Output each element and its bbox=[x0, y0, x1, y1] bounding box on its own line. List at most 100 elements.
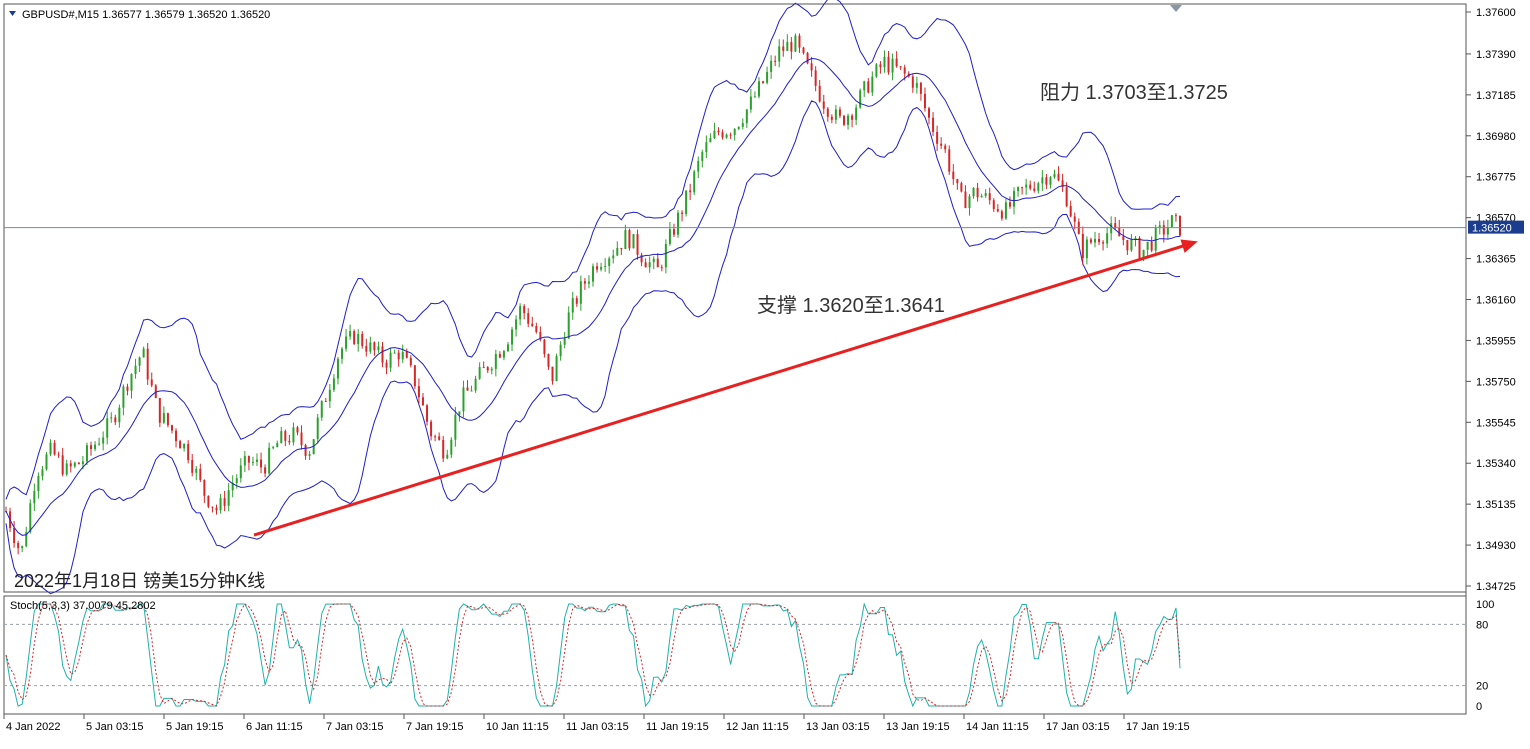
candle-body bbox=[579, 281, 582, 304]
symbol-info: GBPUSD#,M15 1.36577 1.36579 1.36520 1.36… bbox=[22, 9, 270, 21]
candle-body bbox=[1069, 206, 1072, 217]
candle-body bbox=[535, 326, 538, 332]
candle-body bbox=[502, 351, 505, 358]
candle-body bbox=[604, 265, 607, 267]
price-tick-label: 1.37600 bbox=[1476, 7, 1516, 19]
candle-body bbox=[126, 386, 129, 391]
candle-body bbox=[292, 427, 295, 443]
candle-body bbox=[215, 507, 218, 511]
candle-body bbox=[842, 115, 845, 125]
candle-body bbox=[543, 339, 546, 354]
candle-body bbox=[21, 546, 24, 549]
candle-body bbox=[134, 365, 137, 375]
time-tick-label: 4 Jan 2022 bbox=[6, 721, 60, 733]
candle-body bbox=[33, 491, 36, 504]
stoch-tick-label: 0 bbox=[1476, 701, 1482, 713]
candle-body bbox=[863, 81, 866, 91]
candle-body bbox=[980, 195, 983, 198]
candle-body bbox=[434, 436, 437, 438]
candle-body bbox=[664, 244, 667, 268]
candle-body bbox=[681, 212, 684, 214]
candle-body bbox=[13, 527, 16, 544]
candle-body bbox=[1138, 237, 1141, 259]
candle-body bbox=[37, 476, 40, 492]
candle-body bbox=[203, 479, 206, 496]
time-tick-label: 17 Jan 19:15 bbox=[1126, 721, 1190, 733]
time-tick-label: 5 Jan 19:15 bbox=[166, 721, 224, 733]
candle-body bbox=[887, 56, 890, 73]
candle-body bbox=[867, 81, 870, 93]
candle-body bbox=[810, 63, 813, 71]
candle-body bbox=[834, 109, 837, 120]
candle-body bbox=[531, 323, 534, 327]
candle-body bbox=[1057, 173, 1060, 181]
candle-body bbox=[891, 58, 894, 73]
candle-body bbox=[940, 143, 943, 146]
candle-body bbox=[515, 319, 518, 330]
candle-body bbox=[798, 35, 801, 48]
candle-body bbox=[1166, 227, 1169, 235]
candle-body bbox=[1021, 187, 1024, 189]
candle-body bbox=[332, 378, 335, 390]
price-tick-label: 1.35955 bbox=[1476, 335, 1516, 347]
candle-body bbox=[960, 183, 963, 192]
time-tick-label: 7 Jan 19:15 bbox=[406, 721, 464, 733]
candle-body bbox=[592, 266, 594, 282]
candle-body bbox=[85, 445, 88, 462]
candle-body bbox=[430, 421, 433, 437]
candle-body bbox=[851, 115, 854, 120]
candle-body bbox=[656, 258, 659, 268]
candle-body bbox=[725, 134, 728, 138]
time-tick-label: 11 Jan 03:15 bbox=[566, 721, 629, 733]
candle-body bbox=[1017, 187, 1020, 192]
candle-body bbox=[952, 171, 955, 180]
candle-body bbox=[624, 230, 627, 249]
candle-body bbox=[794, 35, 797, 52]
candle-body bbox=[527, 313, 530, 324]
candle-body bbox=[1065, 187, 1068, 207]
candle-body bbox=[73, 462, 76, 467]
candle-body bbox=[519, 306, 522, 320]
candle-body bbox=[122, 386, 125, 408]
time-tick-label: 17 Jan 03:15 bbox=[1046, 721, 1110, 733]
support-annotation: 支撑 1.3620至1.3641 bbox=[757, 294, 945, 317]
candle-body bbox=[895, 58, 898, 67]
candle-body bbox=[361, 333, 364, 347]
candle-body bbox=[49, 442, 52, 455]
candle-body bbox=[41, 469, 44, 477]
candle-body bbox=[454, 414, 457, 440]
price-tick-label: 1.35750 bbox=[1476, 376, 1516, 388]
candle-body bbox=[187, 443, 190, 461]
candle-body bbox=[855, 107, 858, 120]
candle-body bbox=[1073, 216, 1076, 222]
candle-body bbox=[142, 348, 145, 358]
candle-body bbox=[932, 117, 935, 132]
candle-body bbox=[150, 379, 153, 386]
price-tick-label: 1.34725 bbox=[1476, 581, 1516, 593]
candle-body bbox=[446, 454, 449, 459]
candle-body bbox=[239, 465, 242, 479]
candle-body bbox=[1098, 238, 1101, 243]
candle-body bbox=[377, 346, 380, 351]
candle-body bbox=[183, 443, 186, 449]
candle-body bbox=[822, 101, 825, 109]
candle-body bbox=[255, 459, 258, 462]
candle-body bbox=[195, 468, 198, 473]
candle-body bbox=[1146, 241, 1149, 250]
candle-body bbox=[786, 42, 789, 51]
candle-body bbox=[915, 82, 918, 88]
candle-body bbox=[948, 149, 951, 172]
candle-body bbox=[365, 346, 368, 352]
candle-body bbox=[268, 447, 271, 474]
candle-body bbox=[421, 397, 424, 406]
candle-body bbox=[498, 354, 501, 358]
candle-body bbox=[474, 378, 477, 391]
candle-body bbox=[53, 442, 56, 455]
candle-body bbox=[988, 193, 991, 201]
candle-body bbox=[409, 357, 412, 366]
candle-body bbox=[1029, 184, 1032, 189]
candle-body bbox=[944, 145, 947, 150]
time-tick-label: 5 Jan 03:15 bbox=[86, 721, 144, 733]
candle-body bbox=[976, 187, 979, 198]
candle-body bbox=[1025, 184, 1028, 188]
